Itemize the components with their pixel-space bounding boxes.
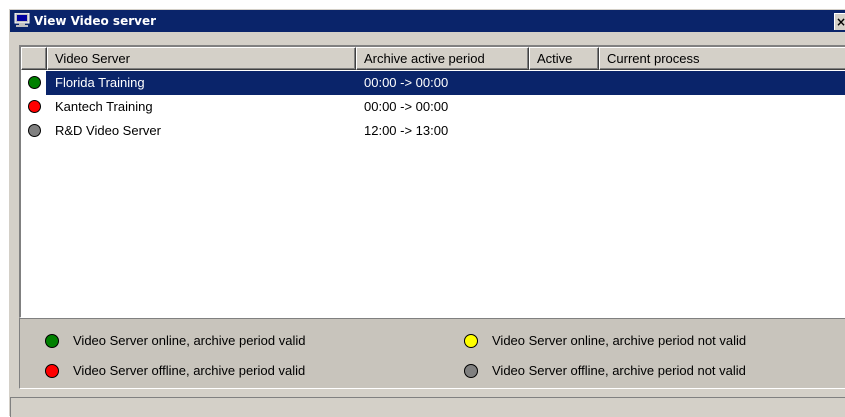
archive-period: 00:00 -> 00:00	[364, 99, 449, 114]
column-header-row: Video Server Archive active period Activ…	[21, 47, 845, 70]
legend-gray-icon	[464, 364, 478, 378]
column-header-current-process[interactable]: Current process	[599, 47, 845, 70]
legend-label: Video Server online, archive period not …	[492, 333, 747, 348]
legend-yellow-icon	[464, 334, 478, 348]
video-server-name: Florida Training	[55, 75, 145, 90]
archive-period: 00:00 -> 00:00	[364, 75, 449, 90]
status-gray-icon	[28, 124, 41, 137]
title-bar[interactable]: View Video server ×	[10, 10, 845, 32]
video-server-name: R&D Video Server	[55, 123, 161, 138]
video-server-name: Kantech Training	[55, 99, 153, 114]
legend-label: Video Server offline, archive period not…	[492, 363, 746, 378]
table-row[interactable]: R&D Video Server 12:00 -> 13:00	[21, 119, 845, 143]
column-header-video-server[interactable]: Video Server	[47, 47, 356, 70]
monitor-icon	[14, 13, 30, 27]
legend-red-icon	[45, 364, 59, 378]
status-green-icon	[28, 76, 41, 89]
window-title: View Video server	[34, 14, 157, 28]
archive-period: 12:00 -> 13:00	[364, 123, 449, 138]
status-legend: Video Server online, archive period vali…	[19, 318, 845, 389]
table-row[interactable]: Kantech Training 00:00 -> 00:00	[21, 95, 845, 119]
column-header-archive-active-period[interactable]: Archive active period	[356, 47, 529, 70]
legend-label: Video Server offline, archive period val…	[73, 363, 306, 378]
legend-green-icon	[45, 334, 59, 348]
table-row[interactable]: Florida Training 00:00 -> 00:00	[21, 71, 845, 95]
legend-label: Video Server online, archive period vali…	[73, 333, 306, 348]
column-header-status[interactable]	[21, 47, 47, 70]
view-video-server-window: View Video server × Video Server Archive…	[8, 8, 845, 417]
status-bar	[10, 397, 845, 417]
status-red-icon	[28, 100, 41, 113]
video-server-list[interactable]: Video Server Archive active period Activ…	[19, 45, 845, 318]
column-header-active[interactable]: Active	[529, 47, 599, 70]
close-button[interactable]: ×	[834, 13, 845, 30]
